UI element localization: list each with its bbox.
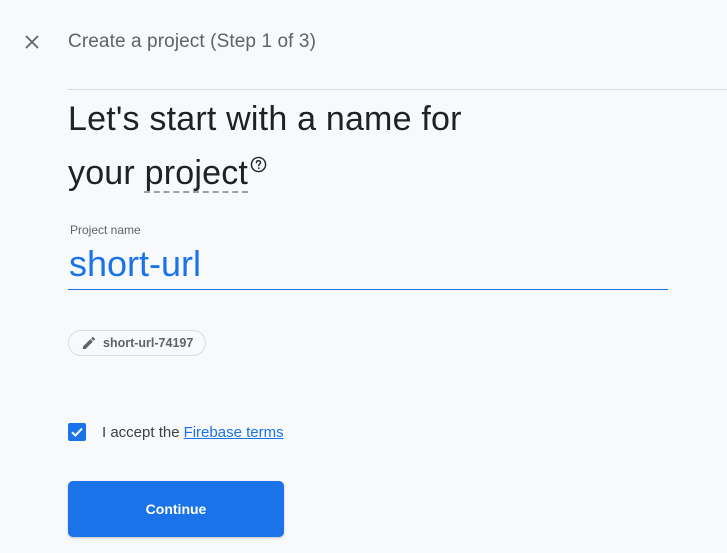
- page-heading: Let's start with a name for your project: [68, 92, 688, 200]
- header-divider: [68, 89, 727, 90]
- heading-prefix: your: [68, 154, 145, 192]
- step-title: Create a project (Step 1 of 3): [68, 31, 317, 52]
- project-id-text: short-url-74197: [103, 336, 194, 350]
- project-id-chip[interactable]: short-url-74197: [68, 330, 207, 356]
- checkmark-icon: [71, 427, 83, 437]
- project-term[interactable]: project: [145, 154, 248, 192]
- pencil-icon: [83, 336, 96, 349]
- terms-checkbox[interactable]: [68, 423, 86, 441]
- heading-line-1: Let's start with a name for: [68, 100, 462, 138]
- close-button[interactable]: [18, 28, 46, 56]
- project-name-label: Project name: [70, 223, 141, 237]
- terms-row: I accept the Firebase terms: [68, 423, 284, 441]
- help-circle-icon[interactable]: [250, 156, 267, 173]
- terms-text: I accept the: [102, 423, 180, 441]
- continue-button[interactable]: Continue: [68, 481, 284, 537]
- create-project-page: Create a project (Step 1 of 3) Let's sta…: [0, 0, 727, 553]
- firebase-terms-link[interactable]: Firebase terms: [184, 424, 284, 441]
- project-name-input[interactable]: [68, 238, 668, 290]
- close-icon: [25, 35, 39, 49]
